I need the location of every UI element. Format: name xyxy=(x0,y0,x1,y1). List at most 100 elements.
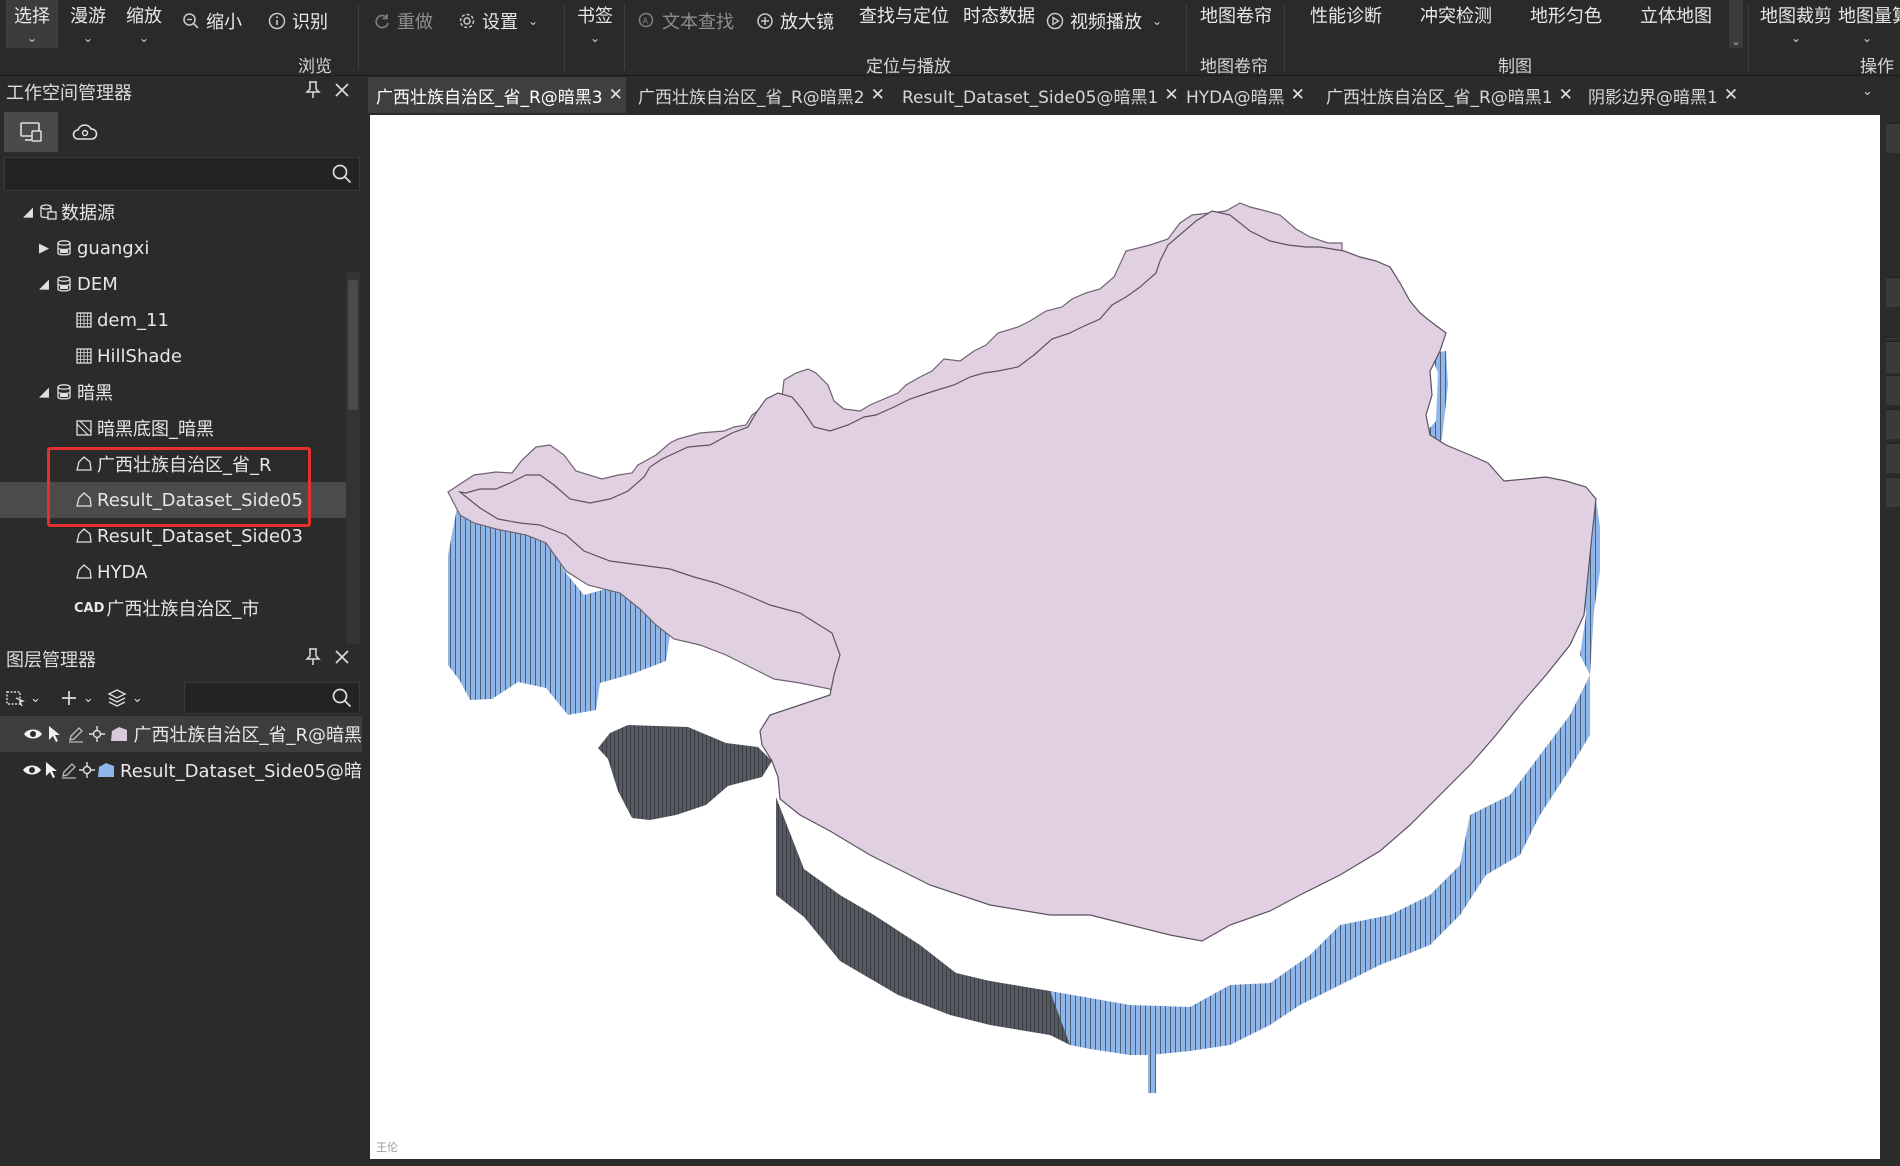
pan-button[interactable]: 漫游 ⌄ xyxy=(62,0,114,48)
editable-icon[interactable] xyxy=(60,759,78,781)
map-measure-label: 地图量算 xyxy=(1838,6,1900,27)
temporal-data-button[interactable]: 时态数据 xyxy=(958,0,1040,48)
expanded-arrow-icon[interactable]: ◢ xyxy=(20,205,36,220)
layers-icon xyxy=(107,689,127,707)
expanded-arrow-icon[interactable]: ◢ xyxy=(36,277,52,292)
tab-map-shadow-boundary-dark1[interactable]: 阴影边界@暗黑1 ✕ xyxy=(1580,77,1750,113)
tab-map-guangxi-r-dark3[interactable]: 广西壮族自治区_省_R@暗黑3 ✕ xyxy=(368,77,626,113)
tree-item-dark-basemap[interactable]: 暗黑底图_暗黑 xyxy=(0,410,348,446)
tree-scrollbar-thumb[interactable] xyxy=(348,280,358,410)
search-icon[interactable] xyxy=(331,687,353,713)
stereo-map-button[interactable]: 立体地图 xyxy=(1636,0,1716,48)
performance-diagnosis-button[interactable]: 性能诊断 xyxy=(1306,0,1386,48)
pin-icon[interactable] xyxy=(304,647,322,672)
terrain-color-button[interactable]: 地形匀色 xyxy=(1526,0,1606,48)
tab-map-result-side05-dark1[interactable]: Result_Dataset_Side05@暗黑1 ✕ xyxy=(894,77,1180,113)
tab-map-guangxi-r-dark2[interactable]: 广西壮族自治区_省_R@暗黑2 ✕ xyxy=(630,77,892,113)
layer-manager-panel: 图层管理器 ⌄ ⌄ ⌄ 广西壮族自治区_省_R@暗黑 Result_Datase… xyxy=(0,644,362,1166)
tree-item-datasources[interactable]: ◢ 数据源 xyxy=(0,194,348,230)
tree-item-dem[interactable]: ◢ DEM xyxy=(0,266,348,302)
tree-item-result-side03[interactable]: Result_Dataset_Side03 xyxy=(0,518,348,554)
layer-item-result-side05[interactable]: Result_Dataset_Side05@暗黑 xyxy=(0,752,362,788)
search-icon[interactable] xyxy=(331,163,353,189)
svg-text:A: A xyxy=(643,17,649,26)
right-dock-tab[interactable] xyxy=(1886,409,1900,439)
magnifier-button[interactable]: 放大镜 xyxy=(756,6,834,36)
zoom-button[interactable]: 缩放 ⌄ xyxy=(118,0,170,48)
map-swipe-button[interactable]: 地图卷帘 xyxy=(1196,0,1276,48)
selectable-icon[interactable] xyxy=(44,723,66,745)
tab-cloud-resources[interactable] xyxy=(58,112,112,152)
right-dock-tab[interactable] xyxy=(1886,277,1900,307)
add-layer-button[interactable]: ⌄ xyxy=(55,680,98,716)
collapsed-arrow-icon[interactable]: ▶ xyxy=(36,241,52,256)
text-search-button[interactable]: A 文本查找 xyxy=(638,6,734,36)
region-layer-icon xyxy=(96,759,116,781)
layer-style-button[interactable]: ⌄ xyxy=(102,680,147,716)
video-play-button[interactable]: 视频播放 ⌄ xyxy=(1046,6,1162,36)
map-swipe-label: 地图卷帘 xyxy=(1200,6,1272,27)
right-dock-tab[interactable] xyxy=(1886,341,1900,371)
snappable-icon[interactable] xyxy=(78,759,96,781)
tabs-overflow-chevron-icon[interactable]: ⌄ xyxy=(1862,84,1873,99)
workspace-search-input[interactable] xyxy=(4,157,360,191)
bookmark-button[interactable]: 书签 ⌄ xyxy=(570,0,620,48)
close-icon[interactable] xyxy=(334,647,350,672)
ribbon-scroll-button[interactable]: ⌄ xyxy=(1729,0,1743,48)
map-clip-button[interactable]: 地图裁剪 ⌄ xyxy=(1756,0,1836,48)
find-locate-button[interactable]: 查找与定位 xyxy=(858,0,950,48)
workspace-tree-icon xyxy=(20,122,42,142)
tree-item-dem-11[interactable]: dem_11 xyxy=(0,302,348,338)
conflict-detection-button[interactable]: 冲突检测 xyxy=(1416,0,1496,48)
layer-search-input[interactable] xyxy=(184,682,360,714)
guangxi-3d-map[interactable]: 王伦 xyxy=(370,115,1880,1159)
settings-button[interactable]: 设置 ⌄ xyxy=(458,6,538,36)
layer-item-guangxi-province[interactable]: 广西壮族自治区_省_R@暗黑 xyxy=(0,716,362,752)
close-icon[interactable]: ✕ xyxy=(1291,85,1305,105)
region-dataset-icon xyxy=(74,454,94,474)
close-icon[interactable] xyxy=(334,80,350,105)
expanded-arrow-icon[interactable]: ◢ xyxy=(36,385,52,400)
close-icon[interactable]: ✕ xyxy=(1164,85,1178,105)
tree-item-guangxi-city-cad[interactable]: CAD 广西壮族自治区_市 xyxy=(0,590,348,626)
tree-item-hyda[interactable]: HYDA xyxy=(0,554,348,590)
workspace-tree: ◢ 数据源 ▶ guangxi ◢ DEM dem_11 HillShade ◢… xyxy=(0,194,348,714)
eye-icon[interactable] xyxy=(22,723,44,745)
editable-icon[interactable] xyxy=(65,723,87,745)
map-window[interactable]: 王伦 xyxy=(370,115,1880,1159)
performance-diagnosis-label: 性能诊断 xyxy=(1310,6,1382,27)
ribbon-separator xyxy=(1284,4,1285,70)
close-icon[interactable]: ✕ xyxy=(1724,85,1738,105)
tree-item-dark[interactable]: ◢ 暗黑 xyxy=(0,374,348,410)
tree-item-label: 暗黑底图_暗黑 xyxy=(97,419,214,440)
right-dock-tab[interactable] xyxy=(1886,477,1900,507)
select-layer-button[interactable]: ⌄ xyxy=(0,680,45,716)
identify-button[interactable]: 识别 xyxy=(268,6,328,36)
tree-item-guangxi[interactable]: ▶ guangxi xyxy=(0,230,348,266)
right-dock-tab[interactable] xyxy=(1886,123,1900,153)
workspace-manager-header: 工作空间管理器 xyxy=(0,77,362,107)
tree-item-hillshade[interactable]: HillShade xyxy=(0,338,348,374)
chevron-down-icon: ⌄ xyxy=(82,690,94,706)
pin-icon[interactable] xyxy=(304,80,322,105)
tab-map-guangxi-r-dark1[interactable]: 广西壮族自治区_省_R@暗黑1 ✕ xyxy=(1318,77,1580,113)
tree-item-result-side05[interactable]: Result_Dataset_Side05 xyxy=(0,482,348,518)
right-dock-tab[interactable] xyxy=(1886,443,1900,473)
zoom-out-button[interactable]: 缩小 xyxy=(182,6,242,36)
redo-button[interactable]: 重做 xyxy=(373,6,433,36)
close-icon[interactable]: ✕ xyxy=(609,85,623,105)
tab-workspace-tree[interactable] xyxy=(4,112,58,152)
snappable-icon[interactable] xyxy=(87,723,109,745)
selectable-icon[interactable] xyxy=(42,759,60,781)
select-button[interactable]: 选择 ⌄ xyxy=(6,0,58,48)
tab-map-hyda-dark[interactable]: HYDA@暗黑 ✕ xyxy=(1178,77,1316,113)
tree-item-guangxi-province-r[interactable]: 广西壮族自治区_省_R xyxy=(0,446,348,482)
tree-item-label: guangxi xyxy=(77,237,150,259)
right-dock-tab[interactable] xyxy=(1886,375,1900,405)
eye-icon[interactable] xyxy=(22,759,42,781)
close-icon[interactable]: ✕ xyxy=(871,85,885,105)
map-measure-button[interactable]: 地图量算 ⌄ xyxy=(1838,0,1900,48)
close-icon[interactable]: ✕ xyxy=(1559,85,1573,105)
text-search-label: 文本查找 xyxy=(662,12,734,33)
datasources-icon xyxy=(38,202,58,222)
